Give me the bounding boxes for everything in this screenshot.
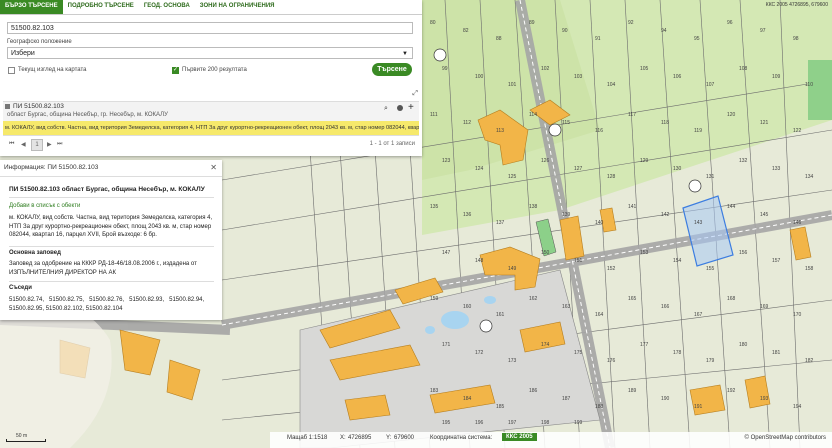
x-value: 4726895 xyxy=(348,435,372,441)
neighbors-line-2: 51500.82.95, 51500.82.102, 51500.82.104 xyxy=(9,306,123,312)
neighbors-line-1: 51500.82.74, 51500.82.75, 51500.82.76, 5… xyxy=(9,297,205,303)
search-panel: БЪРЗО ТЪРСЕНЕ ПОДРОБНО ТЪРСЕНЕ ГЕОД. ОСН… xyxy=(0,0,422,156)
page-number[interactable]: 1 xyxy=(31,139,43,151)
result-title: ПИ 51500.82.103 xyxy=(13,103,64,110)
chevron-down-icon: ▼ xyxy=(402,51,408,57)
first-page-icon[interactable]: ⏮ xyxy=(9,141,14,148)
divider xyxy=(9,281,214,282)
current-view-label: Текущ изглед на картата xyxy=(18,67,87,73)
coordinate-system-label: Координатна система: xyxy=(430,435,493,441)
info-panel: Информация: ПИ 51500.82.103 ✕ ПИ 51500.8… xyxy=(0,160,222,320)
search-input[interactable]: 51500.82.103 xyxy=(7,22,413,34)
pagination: ⏮ ◀ 1 ▶ ⏭ 1 - 1 от 1 записи xyxy=(3,139,419,153)
prev-page-icon[interactable]: ◀ xyxy=(21,141,26,148)
neighbors-title: Съседи xyxy=(9,285,32,291)
divider xyxy=(9,246,214,247)
tab-geodetic-base[interactable]: ГЕОД. ОСНОВА xyxy=(139,0,195,14)
coordinate-system-select[interactable]: ККС 2005 xyxy=(502,433,537,441)
y-value: 679600 xyxy=(394,435,415,441)
scale-value[interactable]: 1518 xyxy=(314,435,327,441)
info-description: м. КОКАЛУ, вид собств. Частна, вид терит… xyxy=(9,215,213,238)
pagination-summary: 1 - 1 от 1 записи xyxy=(369,141,415,147)
next-page-icon[interactable]: ▶ xyxy=(47,141,52,148)
scale-bar-line xyxy=(6,439,46,442)
tab-restriction-zones[interactable]: ЗОНИ НА ОГРАНИЧЕНИЯ xyxy=(195,0,280,14)
expand-icon[interactable]: ⤢ xyxy=(412,90,418,98)
order-title: Основна заповед xyxy=(9,250,61,256)
add-icon[interactable]: + xyxy=(408,102,414,113)
first200-label: Първите 200 резултата xyxy=(182,67,247,73)
result-detail-row[interactable]: м. КОКАЛУ, вид собств. Частна, вид терит… xyxy=(3,121,419,135)
geo-position-select[interactable]: Избери ▼ xyxy=(7,47,413,59)
add-to-list-link[interactable]: Добави в списък с обекти xyxy=(9,202,214,211)
info-header: Информация: ПИ 51500.82.103 xyxy=(0,160,222,177)
map-corner-info: ККС 2005 4726895, 679600 xyxy=(765,2,828,8)
status-bar: Мащаб 1: 1518 X: 4726895 Y: 679600 Коорд… xyxy=(270,432,832,448)
search-button[interactable]: Търсене xyxy=(372,63,412,76)
geo-position-label: Географско положение xyxy=(7,39,72,45)
last-page-icon[interactable]: ⏭ xyxy=(57,141,62,148)
result-divider xyxy=(3,135,419,136)
osm-attribution[interactable]: © OpenStreetMap contributors xyxy=(745,435,826,441)
y-label: Y: xyxy=(386,435,392,441)
scale-bar: 50 m xyxy=(6,433,46,443)
order-text: Заповед за одобрение на КККР РД-18-46/18… xyxy=(9,261,197,276)
scale-bar-label: 50 m xyxy=(16,433,28,439)
first200-checkbox[interactable] xyxy=(172,66,179,74)
scale-label: Мащаб 1: xyxy=(287,435,314,441)
result-subtitle: област Бургас, община Несебър, гр. Несеб… xyxy=(7,112,168,118)
divider xyxy=(9,197,214,198)
parcel-icon xyxy=(5,104,10,109)
close-icon[interactable]: ✕ xyxy=(210,163,217,172)
tab-quick-search[interactable]: БЪРЗО ТЪРСЕНЕ xyxy=(0,0,63,14)
search-tabs: БЪРЗО ТЪРСЕНЕ ПОДРОБНО ТЪРСЕНЕ ГЕОД. ОСН… xyxy=(0,0,422,15)
search-icon[interactable]: ⌕ xyxy=(384,105,388,113)
info-icon[interactable] xyxy=(397,105,403,111)
result-list-item[interactable]: ПИ 51500.82.103 област Бургас, община Не… xyxy=(3,101,419,122)
current-view-checkbox[interactable] xyxy=(8,67,15,74)
tab-detailed-search[interactable]: ПОДРОБНО ТЪРСЕНЕ xyxy=(63,0,139,14)
geo-position-value: Избери xyxy=(11,50,35,57)
info-title: ПИ 51500.82.103 област Бургас, община Не… xyxy=(9,186,205,193)
x-label: X: xyxy=(340,435,346,441)
